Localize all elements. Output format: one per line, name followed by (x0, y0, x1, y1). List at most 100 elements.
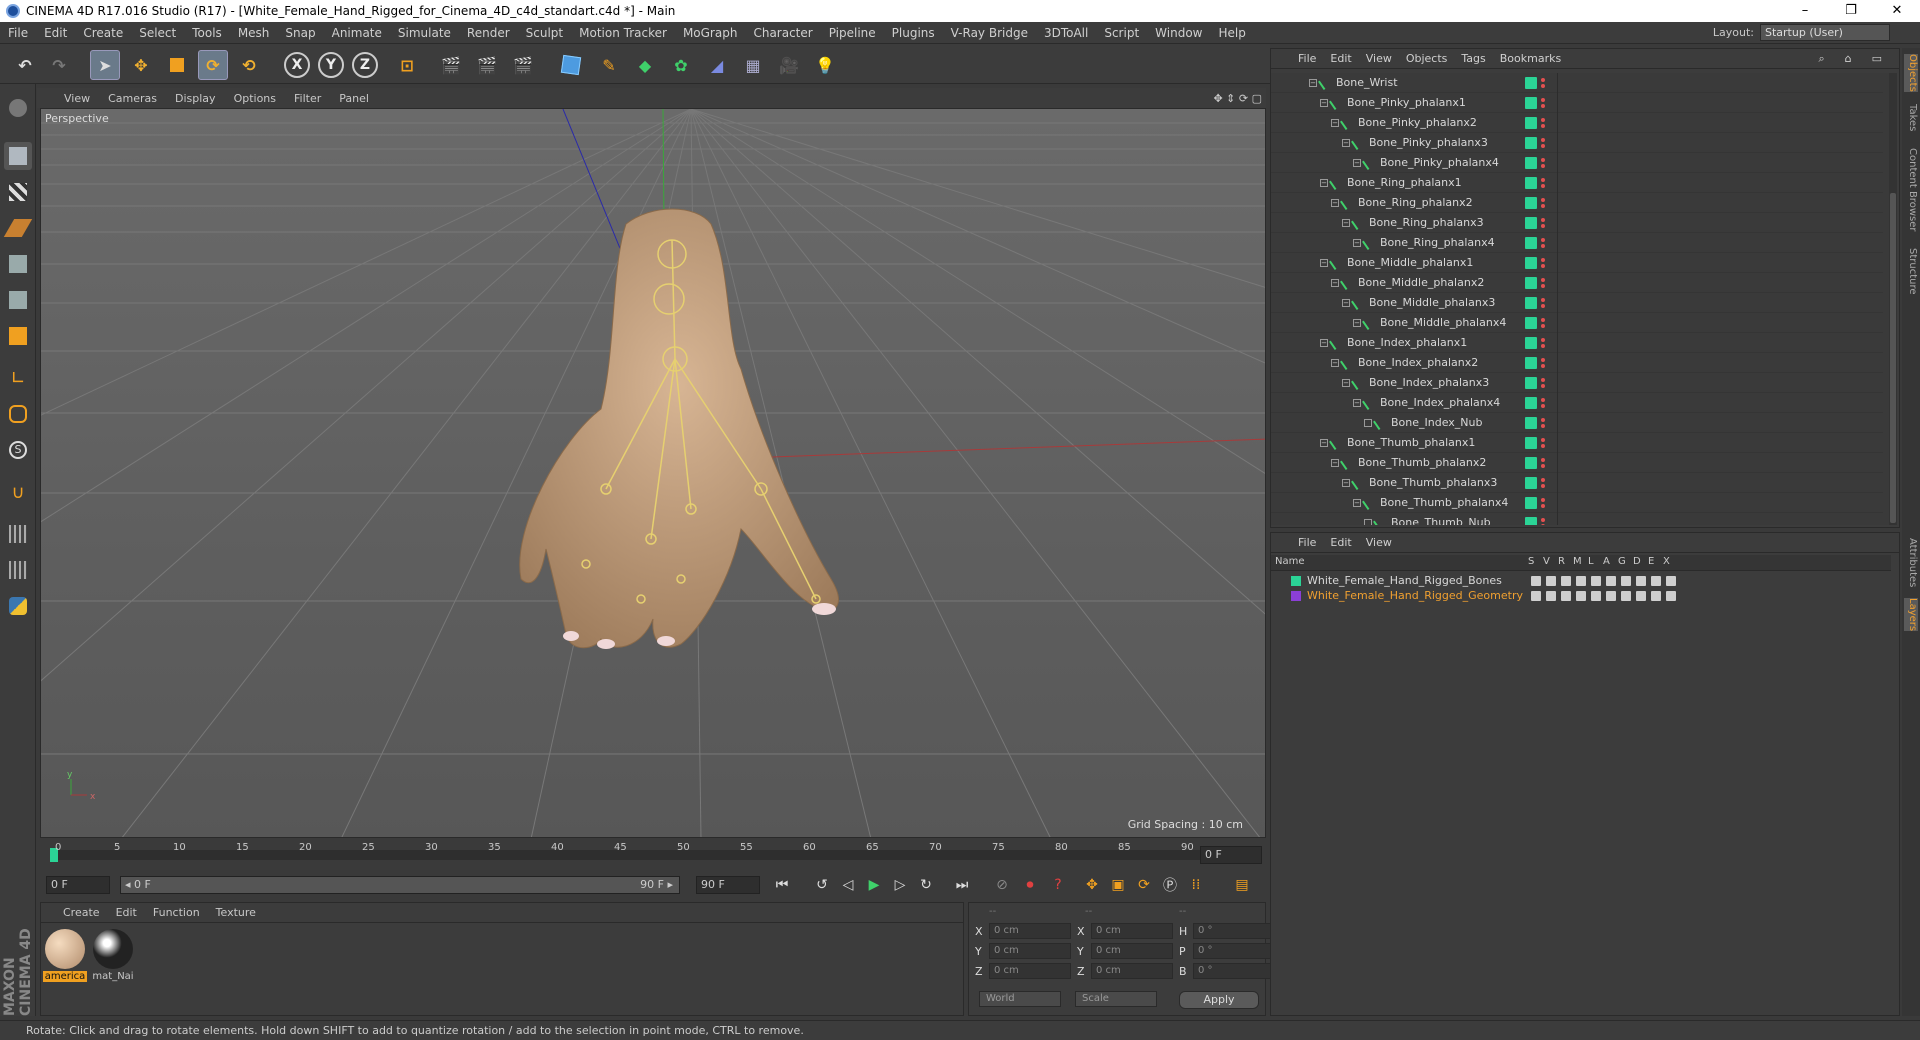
undo-icon[interactable]: ↶ (10, 50, 40, 80)
render-view-icon[interactable]: 🎬 (436, 50, 466, 80)
layer-tag-icon[interactable] (1525, 316, 1537, 329)
apply-button[interactable]: Apply (1179, 991, 1259, 1009)
object-row[interactable]: − Bone_Middle_phalanx4 (1271, 312, 1883, 333)
tweak-mode-icon[interactable] (4, 400, 32, 428)
edges-mode-icon[interactable] (4, 286, 32, 314)
autokeying-icon[interactable]: ? (1046, 873, 1070, 897)
layer-tag-icon[interactable] (1525, 156, 1537, 169)
objmgr-menu-view[interactable]: View (1359, 52, 1399, 65)
expand-toggle-icon[interactable]: − (1331, 278, 1339, 287)
position-x-field[interactable]: 0 cm (989, 923, 1071, 939)
floor-scene-icon[interactable]: ▦ (738, 50, 768, 80)
object-row[interactable]: − Bone_Pinky_phalanx3 (1271, 132, 1883, 153)
menu-help[interactable]: Help (1210, 26, 1253, 40)
model-mode-icon[interactable] (4, 142, 32, 170)
size-mode-dropdown[interactable]: Scale (1075, 991, 1157, 1007)
layer-tag-icon[interactable] (1525, 96, 1537, 109)
expand-toggle-icon[interactable] (1364, 418, 1372, 427)
expand-toggle-icon[interactable]: − (1342, 218, 1350, 227)
layer-tag-icon[interactable] (1525, 336, 1537, 349)
visibility-dots-icon[interactable] (1541, 297, 1545, 308)
objmgr-menu-tags[interactable]: Tags (1454, 52, 1492, 65)
expand-toggle-icon[interactable]: − (1342, 298, 1350, 307)
visibility-dots-icon[interactable] (1541, 257, 1545, 268)
material-swatch[interactable]: america (43, 929, 87, 989)
new-view-icon[interactable]: ▭ (1865, 52, 1889, 66)
object-row[interactable]: − Bone_Wrist (1271, 73, 1883, 93)
object-row[interactable]: − Bone_Thumb_phalanx3 (1271, 472, 1883, 493)
expand-toggle-icon[interactable]: − (1331, 458, 1339, 467)
expand-toggle-icon[interactable]: − (1320, 338, 1328, 347)
viewport-nav-icons[interactable]: ✥ ⇕ ⟳ ▢ (1213, 92, 1262, 105)
menu-3dtoall[interactable]: 3DToAll (1036, 26, 1096, 40)
locked-workplane-icon[interactable] (4, 556, 32, 584)
menu-edit[interactable]: Edit (36, 26, 75, 40)
expand-toggle-icon[interactable]: − (1320, 438, 1328, 447)
visibility-dots-icon[interactable] (1541, 277, 1545, 288)
expand-toggle-icon[interactable]: − (1331, 358, 1339, 367)
object-row[interactable]: − Bone_Ring_phalanx2 (1271, 192, 1883, 213)
layer-tag-icon[interactable] (1525, 136, 1537, 149)
layer-tag-icon[interactable] (1525, 376, 1537, 389)
tab-attributes[interactable]: Attributes (1904, 538, 1918, 587)
visibility-dots-icon[interactable] (1541, 357, 1545, 368)
layer-tag-icon[interactable] (1525, 276, 1537, 289)
material-menu-function[interactable]: Function (145, 906, 208, 919)
visibility-dots-icon[interactable] (1541, 197, 1545, 208)
menu-tools[interactable]: Tools (184, 26, 230, 40)
expand-toggle-icon[interactable]: − (1353, 318, 1361, 327)
expand-toggle-icon[interactable]: − (1331, 198, 1339, 207)
rotation-b-field[interactable]: 0 ° (1193, 963, 1273, 979)
visibility-dots-icon[interactable] (1541, 97, 1545, 108)
menu-select[interactable]: Select (131, 26, 184, 40)
material-menu-edit[interactable]: Edit (108, 906, 145, 919)
menu-pipeline[interactable]: Pipeline (821, 26, 884, 40)
object-row[interactable]: − Bone_Index_phalanx3 (1271, 372, 1883, 393)
expand-toggle-icon[interactable]: − (1353, 238, 1361, 247)
redo-icon[interactable]: ↷ (44, 50, 74, 80)
workplane-grid-icon[interactable] (4, 520, 32, 548)
layer-color-swatch[interactable] (1291, 575, 1301, 586)
rotation-p-field[interactable]: 0 ° (1193, 943, 1273, 959)
spline-pen-icon[interactable]: ✎ (594, 50, 624, 80)
visibility-dots-icon[interactable] (1541, 77, 1545, 88)
y-axis-lock-button[interactable]: Y (318, 52, 344, 78)
coordinate-system-icon[interactable]: ⊡ (392, 50, 422, 80)
menu-character[interactable]: Character (745, 26, 820, 40)
menu-mesh[interactable]: Mesh (230, 26, 278, 40)
object-row[interactable]: − Bone_Ring_phalanx1 (1271, 172, 1883, 193)
object-row[interactable]: − Bone_Ring_phalanx3 (1271, 212, 1883, 233)
expand-toggle-icon[interactable]: − (1320, 98, 1328, 107)
expand-toggle-icon[interactable]: − (1331, 118, 1339, 127)
select-arrow-icon[interactable]: ➤ (90, 50, 120, 80)
visibility-dots-icon[interactable] (1541, 177, 1545, 188)
layer-tag-icon[interactable] (1525, 476, 1537, 489)
range-slider[interactable]: ◂ 0 F 90 F ▸ (120, 876, 680, 894)
position-z-field[interactable]: 0 cm (989, 963, 1071, 979)
menu-mograph[interactable]: MoGraph (675, 26, 746, 40)
menu-sculpt[interactable]: Sculpt (518, 26, 571, 40)
layer-tag-icon[interactable] (1525, 416, 1537, 429)
size-z-field[interactable]: 0 cm (1091, 963, 1173, 979)
object-row[interactable]: − Bone_Pinky_phalanx2 (1271, 112, 1883, 133)
layer-tag-icon[interactable] (1525, 456, 1537, 469)
rotate-icon[interactable]: ⟳ (198, 50, 228, 80)
viewport-menu-view[interactable]: View (55, 92, 99, 105)
minimize-button[interactable]: – (1782, 0, 1828, 22)
visibility-dots-icon[interactable] (1541, 497, 1545, 508)
layer-tag-icon[interactable] (1525, 176, 1537, 189)
visibility-dots-icon[interactable] (1541, 397, 1545, 408)
object-row[interactable]: − Bone_Index_phalanx2 (1271, 352, 1883, 373)
timeline-ruler[interactable]: 0 5 10 15 20 25 30 35 40 45 50 55 60 65 … (40, 842, 1266, 868)
object-row[interactable]: − Bone_Middle_phalanx1 (1271, 252, 1883, 273)
menu-render[interactable]: Render (459, 26, 518, 40)
object-row[interactable]: − Bone_Middle_phalanx3 (1271, 292, 1883, 313)
size-x-field[interactable]: 0 cm (1091, 923, 1173, 939)
layer-row[interactable]: White_Female_Hand_Rigged_Bones (1271, 573, 1891, 588)
start-frame-field[interactable]: 0 F (46, 876, 110, 894)
visibility-dots-icon[interactable] (1541, 457, 1545, 468)
object-row[interactable]: Bone_Index_Nub (1271, 412, 1883, 433)
menu-window[interactable]: Window (1147, 26, 1210, 40)
play-icon[interactable]: ▶ (862, 873, 886, 897)
visibility-dots-icon[interactable] (1541, 377, 1545, 388)
